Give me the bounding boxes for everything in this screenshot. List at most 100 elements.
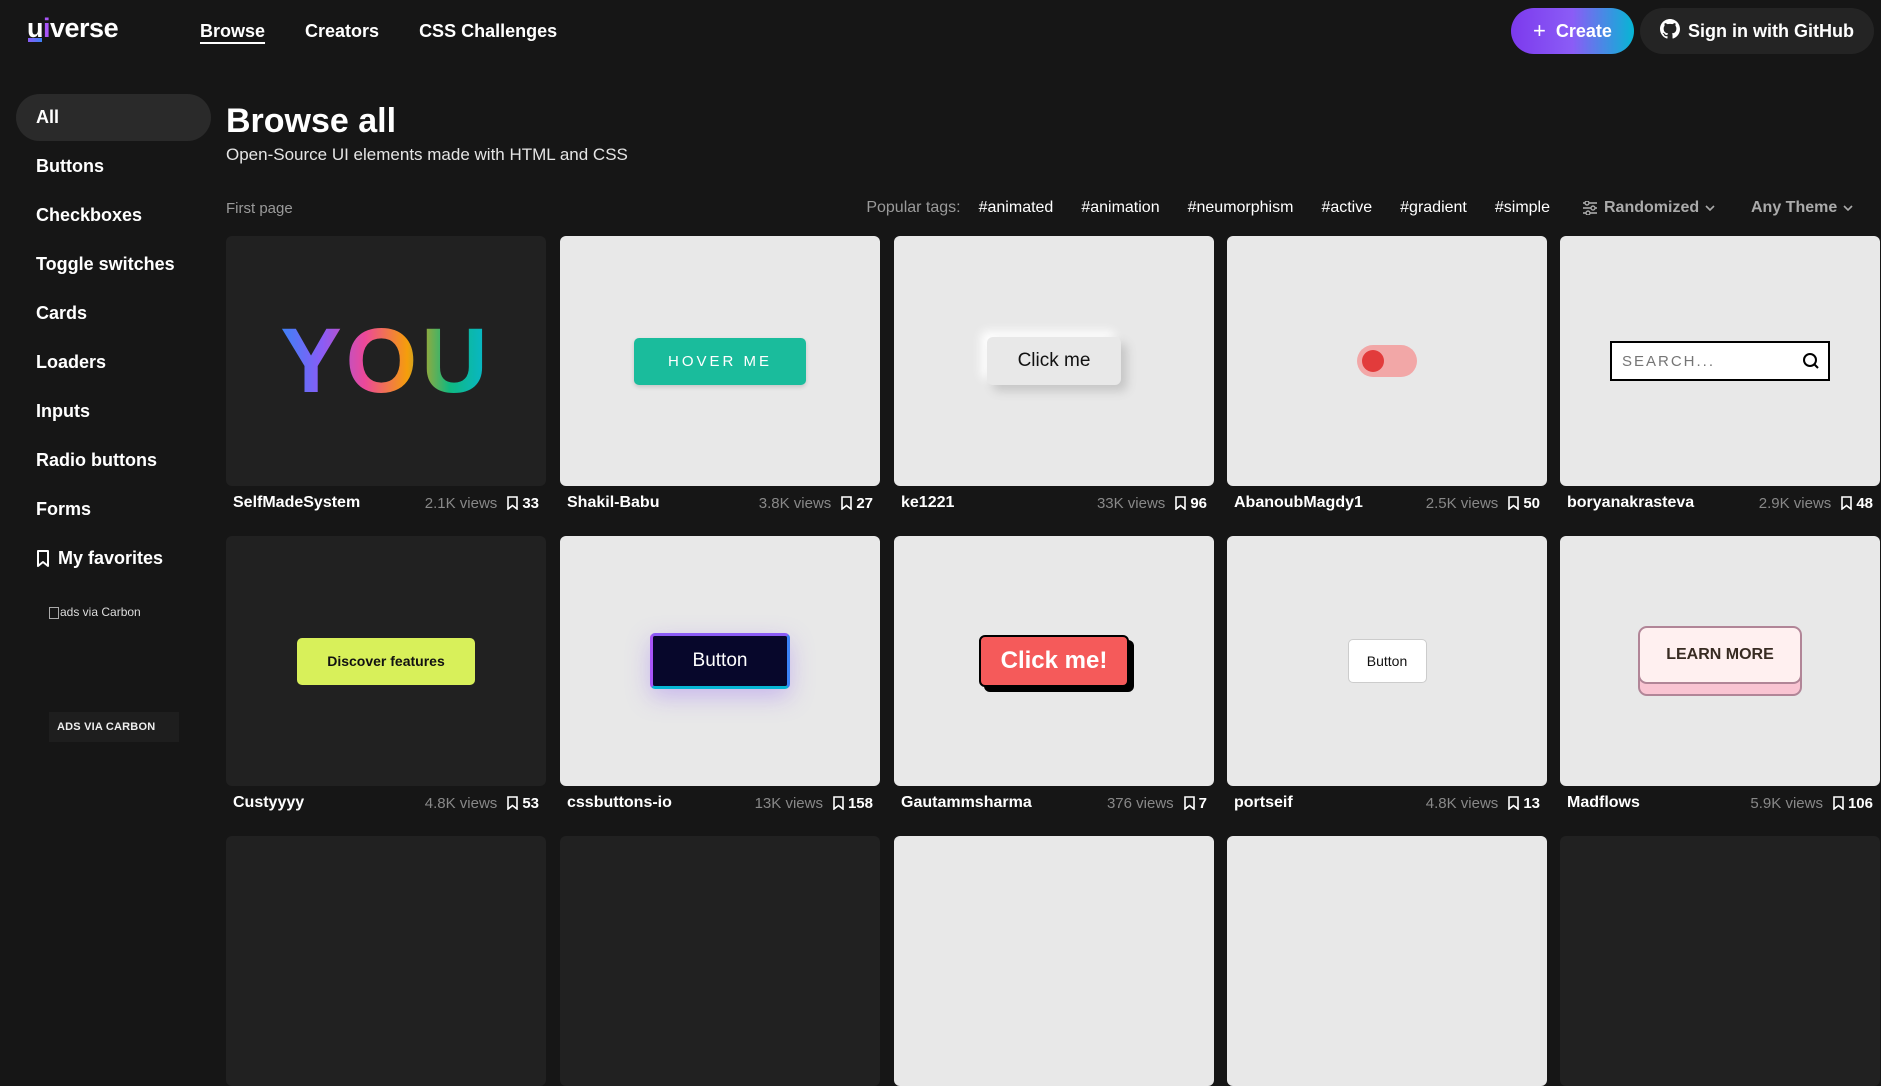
component-card[interactable]	[1227, 836, 1547, 1086]
card-preview[interactable]: Discover features	[226, 536, 546, 786]
component-card[interactable]	[894, 836, 1214, 1086]
component-card[interactable]	[560, 836, 880, 1086]
theme-dropdown[interactable]: Any Theme	[1751, 199, 1853, 217]
search-icon[interactable]	[1800, 351, 1820, 371]
nav-css-challenges[interactable]: CSS Challenges	[419, 21, 557, 42]
sidebar-item-inputs[interactable]: Inputs	[16, 388, 211, 435]
card-preview[interactable]	[1560, 236, 1880, 486]
card-preview[interactable]	[894, 836, 1214, 1086]
card-preview[interactable]	[1227, 236, 1547, 486]
sidebar-item-all[interactable]: All	[16, 94, 211, 141]
tag-link[interactable]: #neumorphism	[1188, 199, 1294, 217]
card-author[interactable]: boryanakrasteva	[1567, 494, 1759, 512]
component-card[interactable]: YOU SelfMadeSystem 2.1K views 33	[226, 236, 546, 520]
plain-button[interactable]: Button	[1347, 639, 1427, 683]
card-meta: Madflows 5.9K views 106	[1560, 786, 1880, 820]
card-author[interactable]: SelfMadeSystem	[233, 494, 425, 512]
card-saves[interactable]: 27	[841, 495, 873, 512]
card-preview[interactable]	[560, 836, 880, 1086]
card-preview[interactable]	[1227, 836, 1547, 1086]
component-card[interactable]	[226, 836, 546, 1086]
click-me-red-button[interactable]: Click me!	[979, 635, 1129, 687]
component-card[interactable]: LEARN MORE Madflows 5.9K views 106	[1560, 536, 1880, 820]
tag-link[interactable]: #simple	[1495, 199, 1550, 217]
carbon-ad-image[interactable]: ads via Carbon	[49, 605, 141, 619]
tag-link[interactable]: #animation	[1081, 199, 1159, 217]
sidebar-item-forms[interactable]: Forms	[16, 486, 211, 533]
bookmark-icon	[1833, 796, 1844, 810]
card-saves[interactable]: 50	[1508, 495, 1540, 512]
tag-link[interactable]: #active	[1321, 199, 1372, 217]
card-author[interactable]: Gautammsharma	[901, 794, 1107, 812]
github-signin-button[interactable]: Sign in with GitHub	[1640, 8, 1874, 54]
card-preview[interactable]: Button	[560, 536, 880, 786]
card-preview[interactable]: Click me!	[894, 536, 1214, 786]
card-saves[interactable]: 96	[1175, 495, 1207, 512]
sidebar-item-loaders[interactable]: Loaders	[16, 339, 211, 386]
card-author[interactable]: portseif	[1234, 794, 1426, 812]
card-preview[interactable]: Button	[1227, 536, 1547, 786]
sidebar-item-buttons[interactable]: Buttons	[16, 143, 211, 190]
card-saves[interactable]: 53	[507, 795, 539, 812]
carbon-ad-link[interactable]: ADS VIA CARBON	[49, 712, 179, 742]
bookmark-icon	[841, 496, 853, 510]
component-card[interactable]: boryanakrasteva 2.9K views 48	[1560, 236, 1880, 520]
component-card[interactable]: Click me ke1221 33K views 96	[894, 236, 1214, 520]
card-saves[interactable]: 106	[1833, 795, 1873, 812]
card-preview[interactable]: LEARN MORE	[1560, 536, 1880, 786]
bookmark-icon	[1508, 496, 1520, 510]
card-saves[interactable]: 13	[1508, 795, 1540, 812]
card-preview[interactable]	[226, 836, 546, 1086]
component-card[interactable]: AbanoubMagdy1 2.5K views 50	[1227, 236, 1547, 520]
component-card[interactable]: Button cssbuttons-io 13K views 158	[560, 536, 880, 820]
card-saves[interactable]: 33	[507, 495, 539, 512]
card-saves[interactable]: 7	[1183, 795, 1207, 812]
component-card[interactable]: Button portseif 4.8K views 13	[1227, 536, 1547, 820]
sidebar-item-my-favorites[interactable]: My favorites	[16, 535, 211, 582]
sidebar-item-radio-buttons[interactable]: Radio buttons	[16, 437, 211, 484]
card-preview[interactable]	[1560, 836, 1880, 1086]
bookmark-icon	[1183, 796, 1195, 810]
nav-browse[interactable]: Browse	[200, 21, 265, 42]
component-card[interactable]: Discover features Custyyyy 4.8K views 53	[226, 536, 546, 820]
neon-button[interactable]: Button	[650, 633, 790, 689]
card-preview[interactable]: HOVER ME	[560, 236, 880, 486]
card-saves-count: 53	[522, 794, 539, 812]
sidebar-item-cards[interactable]: Cards	[16, 290, 211, 337]
card-views: 3.8K views	[758, 494, 832, 512]
card-preview[interactable]: Click me	[894, 236, 1214, 486]
component-card[interactable]: HOVER ME Shakil-Babu 3.8K views 27	[560, 236, 880, 520]
click-me-button[interactable]: Click me	[987, 337, 1121, 385]
card-author[interactable]: cssbuttons-io	[567, 794, 755, 812]
card-saves[interactable]: 158	[833, 795, 873, 812]
card-saves[interactable]: 48	[1841, 495, 1873, 512]
card-author[interactable]: Shakil-Babu	[567, 494, 759, 512]
component-card[interactable]: Click me! Gautammsharma 376 views 7	[894, 536, 1214, 820]
component-card[interactable]	[1560, 836, 1880, 1086]
logo-letter-i: i	[43, 13, 51, 43]
hover-me-button[interactable]: HOVER ME	[634, 337, 806, 385]
carbon-ad-alt-text: ads via Carbon	[60, 605, 141, 619]
card-meta: SelfMadeSystem 2.1K views 33	[226, 486, 546, 520]
card-author[interactable]: ke1221	[901, 494, 1097, 512]
card-author[interactable]: AbanoubMagdy1	[1234, 494, 1426, 512]
create-button[interactable]: + Create	[1511, 8, 1634, 54]
nav-creators[interactable]: Creators	[305, 21, 379, 42]
discover-features-button[interactable]: Discover features	[297, 637, 475, 685]
card-preview[interactable]: YOU	[226, 236, 546, 486]
tag-link[interactable]: #gradient	[1400, 199, 1467, 217]
uiverse-logo[interactable]: uiverse	[27, 13, 119, 44]
sort-dropdown[interactable]: Randomized	[1582, 199, 1715, 217]
card-author[interactable]: Custyyyy	[233, 794, 425, 812]
card-meta: boryanakrasteva 2.9K views 48	[1560, 486, 1880, 520]
learn-more-button[interactable]: LEARN MORE	[1638, 626, 1802, 684]
sidebar-item-checkboxes[interactable]: Checkboxes	[16, 192, 211, 239]
toggle-switch[interactable]	[1357, 345, 1417, 377]
sidebar-item-toggle-switches[interactable]: Toggle switches	[16, 241, 211, 288]
tag-link[interactable]: #animated	[979, 199, 1054, 217]
card-views: 376 views	[1106, 794, 1174, 812]
card-saves-count: 158	[847, 794, 873, 812]
search-input[interactable]	[1622, 352, 1792, 370]
card-author[interactable]: Madflows	[1567, 794, 1750, 812]
page-title: Browse all	[226, 102, 397, 140]
